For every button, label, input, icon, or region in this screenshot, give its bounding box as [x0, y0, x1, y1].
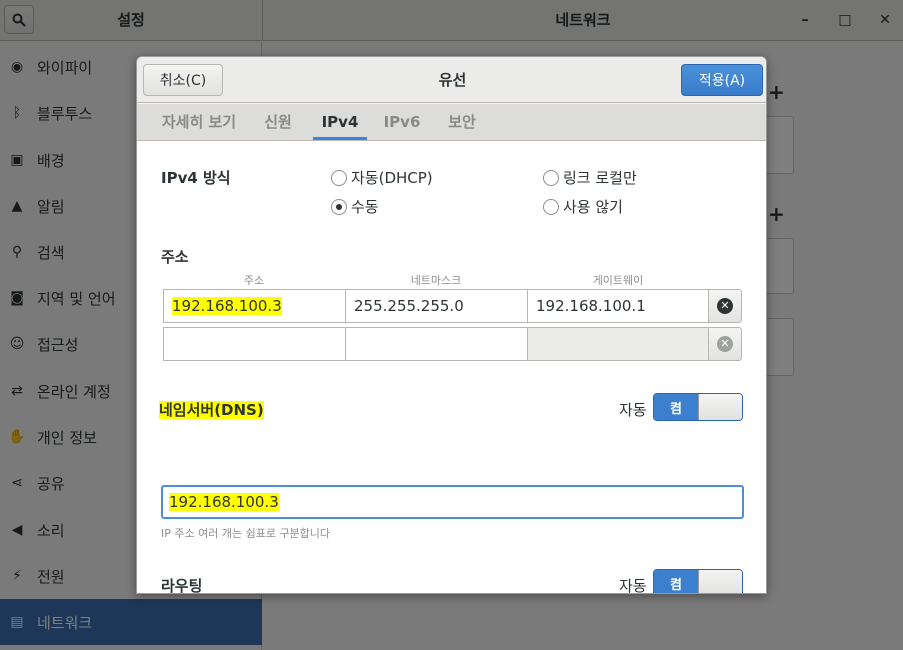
routes-auto-switch[interactable]: 켬: [653, 569, 743, 593]
radio-link-local[interactable]: 링크 로컬만: [543, 167, 637, 188]
netmask-input-empty[interactable]: [345, 327, 528, 361]
radio-dot: [543, 198, 559, 215]
dns-value: 192.168.100.3: [169, 493, 279, 511]
tab-details[interactable]: 자세히 보기: [147, 104, 251, 140]
radio-manual[interactable]: 수동: [331, 196, 379, 217]
routes-auto-label: 자동: [619, 577, 647, 594]
address-input-empty[interactable]: [163, 327, 346, 361]
dns-auto-switch[interactable]: 켬: [653, 393, 743, 421]
col-header-netmask: 네트마스크: [410, 274, 462, 287]
gateway-input-empty[interactable]: [527, 327, 710, 361]
switch-knob: [697, 570, 742, 593]
radio-dot-selected: [331, 198, 347, 215]
ipv4-method-label: IPv4 방식: [161, 169, 231, 187]
delete-address-button-disabled[interactable]: ✕: [708, 327, 742, 361]
cancel-button[interactable]: 취소(C): [143, 64, 223, 96]
radio-disable[interactable]: 사용 않기: [543, 196, 623, 217]
delete-address-button[interactable]: ✕: [708, 289, 742, 323]
radio-dot: [331, 169, 347, 186]
netmask-input[interactable]: 255.255.255.0: [345, 289, 528, 323]
radio-label: 사용 않기: [563, 198, 623, 216]
tab-ipv4[interactable]: IPv4: [313, 104, 367, 140]
tab-ipv6[interactable]: IPv6: [379, 104, 425, 140]
dialog-header: 취소(C) 유선 적용(A): [137, 57, 766, 103]
addresses-label: 주소: [161, 248, 189, 266]
radio-label: 수동: [351, 198, 379, 216]
dns-auto-label: 자동: [619, 401, 647, 419]
dns-label: 네임서버(DNS): [159, 401, 264, 419]
col-header-address: 주소: [243, 274, 265, 287]
ipv4-page: IPv4 방식 자동(DHCP) 링크 로컬만 수동 사용 않기 주소 주소 네…: [137, 141, 766, 594]
radio-dhcp[interactable]: 자동(DHCP): [331, 167, 433, 188]
close-icon: ✕: [717, 336, 733, 352]
tab-security[interactable]: 보안: [441, 104, 483, 140]
dns-input[interactable]: 192.168.100.3: [161, 485, 744, 519]
apply-button[interactable]: 적용(A): [681, 64, 763, 96]
address-input[interactable]: 192.168.100.3: [163, 289, 346, 323]
radio-label: 자동(DHCP): [351, 169, 433, 187]
switch-knob: [697, 394, 742, 420]
address-value: 192.168.100.3: [172, 297, 282, 315]
dialog-title: 유선: [438, 71, 467, 89]
radio-dot: [543, 169, 559, 186]
tab-identity[interactable]: 신원: [257, 104, 299, 140]
switch-on-label: 켬: [654, 394, 698, 420]
dns-hint: IP 주소 여러 개는 쉼표로 구분합니다: [161, 527, 331, 540]
close-icon: ✕: [717, 298, 733, 314]
gateway-input[interactable]: 192.168.100.1: [527, 289, 710, 323]
wired-settings-dialog: 취소(C) 유선 적용(A) 자세히 보기 신원 IPv4 IPv6 보안 IP…: [136, 56, 767, 594]
switch-on-label: 켬: [654, 570, 698, 593]
dialog-tabs: 자세히 보기 신원 IPv4 IPv6 보안: [137, 104, 766, 141]
radio-label: 링크 로컬만: [563, 169, 637, 187]
col-header-gateway: 게이트웨이: [592, 274, 644, 287]
routes-label: 라우팅: [161, 577, 203, 594]
